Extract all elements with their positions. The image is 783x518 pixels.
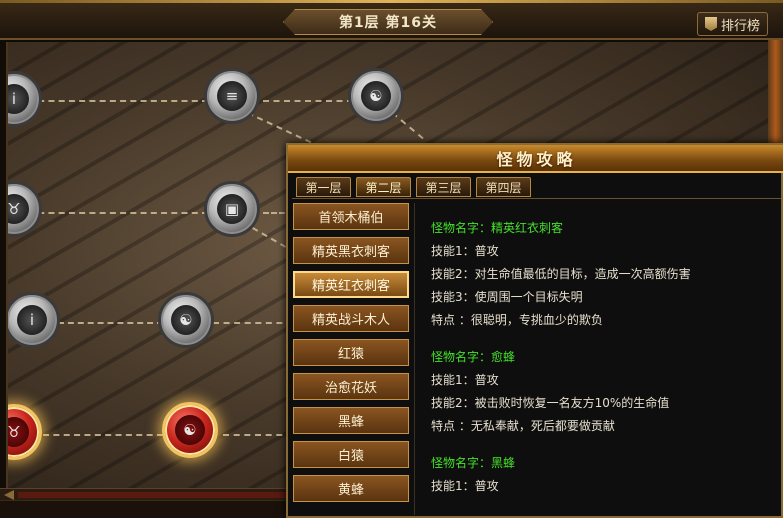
monster-trait: 特点 ：无私奉献，死后都要做贡献 xyxy=(431,419,615,433)
bull-icon: ♉ xyxy=(8,417,29,447)
monster-skill: 技能1：普攻 xyxy=(431,479,499,493)
banner-icon xyxy=(704,17,717,31)
dragon-node[interactable]: ☯ xyxy=(158,292,214,348)
tab-floor-4[interactable]: 第四层 xyxy=(476,177,531,197)
scroll-icon: ≡ xyxy=(217,81,247,111)
panel-divider xyxy=(414,203,415,515)
level-indicator: 第1层 第16关 xyxy=(283,9,493,35)
chest-icon: ▣ xyxy=(217,194,247,224)
bull-icon: ♉ xyxy=(8,194,29,224)
monster-button[interactable]: 治愈花妖 xyxy=(293,373,409,400)
dragon-icon: ☯ xyxy=(171,305,201,335)
map-path xyxy=(391,112,424,140)
dragon-node-current[interactable]: ☯ xyxy=(162,402,218,458)
floor-tabs: 第一层 第二层 第三层 第四层 xyxy=(296,177,531,197)
monster-button[interactable]: 黑蜂 xyxy=(293,407,409,434)
monster-entry: 怪物名字：愈蜂 技能1：普攻 技能2：被击败时恢复一名友方10%的生命值 特点 … xyxy=(431,346,776,438)
bull-node[interactable]: ♉ xyxy=(8,181,42,237)
panel-title-text: 怪物攻略 xyxy=(496,150,577,169)
map-path xyxy=(43,434,163,436)
dragon-node[interactable]: ☯ xyxy=(348,68,404,124)
monster-detail: 怪物名字：精英红衣刺客 技能1：普攻 技能2：对生命值最低的目标，造成一次高额伤… xyxy=(431,217,776,512)
monster-entry: 怪物名字：精英红衣刺客 技能1：普攻 技能2：对生命值最低的目标，造成一次高额伤… xyxy=(431,217,776,332)
map-path xyxy=(28,100,208,102)
dragon-icon: ☯ xyxy=(361,81,391,111)
tab-floor-3[interactable]: 第三层 xyxy=(416,177,471,197)
map-path xyxy=(28,212,208,214)
leaderboard-label: 排行榜 xyxy=(720,18,760,34)
monster-skill: 技能3：使周围一个目标失明 xyxy=(431,290,583,304)
monster-button[interactable]: 精英战斗木人 xyxy=(293,305,409,332)
book-node[interactable]: i xyxy=(8,292,60,348)
panel-title: 怪物攻略 xyxy=(288,145,783,173)
scroll-node[interactable]: ≡ xyxy=(204,68,260,124)
book-icon: i xyxy=(17,305,47,335)
monster-skill: 技能1：普攻 xyxy=(431,244,499,258)
chest-node[interactable]: ▣ xyxy=(204,181,260,237)
top-gold-trim xyxy=(0,0,783,3)
map-path xyxy=(213,322,293,324)
level-label: 第1层 第16关 xyxy=(338,15,438,31)
info-scroll-node[interactable]: i xyxy=(8,71,42,127)
monster-trait: 特点 ：很聪明，专挑血少的欺负 xyxy=(431,313,603,327)
scroll-track[interactable] xyxy=(18,492,288,498)
map-path xyxy=(263,100,353,102)
tab-floor-2[interactable]: 第二层 xyxy=(356,177,411,197)
monster-name: 怪物名字：精英红衣刺客 xyxy=(431,221,564,235)
map-path xyxy=(247,112,312,144)
map-path xyxy=(58,322,163,324)
dragon-icon: ☯ xyxy=(175,415,205,445)
monster-skill: 技能1：普攻 xyxy=(431,373,499,387)
monster-entry: 怪物名字：黑蜂 技能1：普攻 xyxy=(431,452,776,498)
monster-list: 首领木桶伯 精英黑衣刺客 精英红衣刺客 精英战斗木人 红猿 治愈花妖 黑蜂 白猿… xyxy=(293,203,411,509)
monster-button[interactable]: 红猿 xyxy=(293,339,409,366)
monster-button[interactable]: 白猿 xyxy=(293,441,409,468)
info-icon: i xyxy=(8,84,29,114)
monster-guide-panel: 怪物攻略 第一层 第二层 第三层 第四层 首领木桶伯 精英黑衣刺客 精英红衣刺客… xyxy=(286,143,783,518)
monster-button[interactable]: 首领木桶伯 xyxy=(293,203,409,230)
monster-name: 怪物名字：愈蜂 xyxy=(431,350,516,364)
monster-skill: 技能2：被击败时恢复一名友方10%的生命值 xyxy=(431,396,670,410)
monster-name: 怪物名字：黑蜂 xyxy=(431,456,516,470)
monster-button[interactable]: 精英黑衣刺客 xyxy=(293,237,409,264)
bull-node-active[interactable]: ♉ xyxy=(8,404,42,460)
leaderboard-button[interactable]: 排行榜 xyxy=(697,12,768,36)
scroll-left-arrow-icon[interactable] xyxy=(4,490,14,500)
monster-button-selected[interactable]: 精英红衣刺客 xyxy=(293,271,409,298)
tab-underline xyxy=(292,198,781,199)
monster-skill: 技能2：对生命值最低的目标，造成一次高额伤害 xyxy=(431,267,691,281)
monster-button[interactable]: 黄蜂 xyxy=(293,475,409,502)
top-bar: 第1层 第16关 排行榜 xyxy=(0,0,783,40)
tab-floor-1[interactable]: 第一层 xyxy=(296,177,351,197)
map-path xyxy=(223,434,293,436)
